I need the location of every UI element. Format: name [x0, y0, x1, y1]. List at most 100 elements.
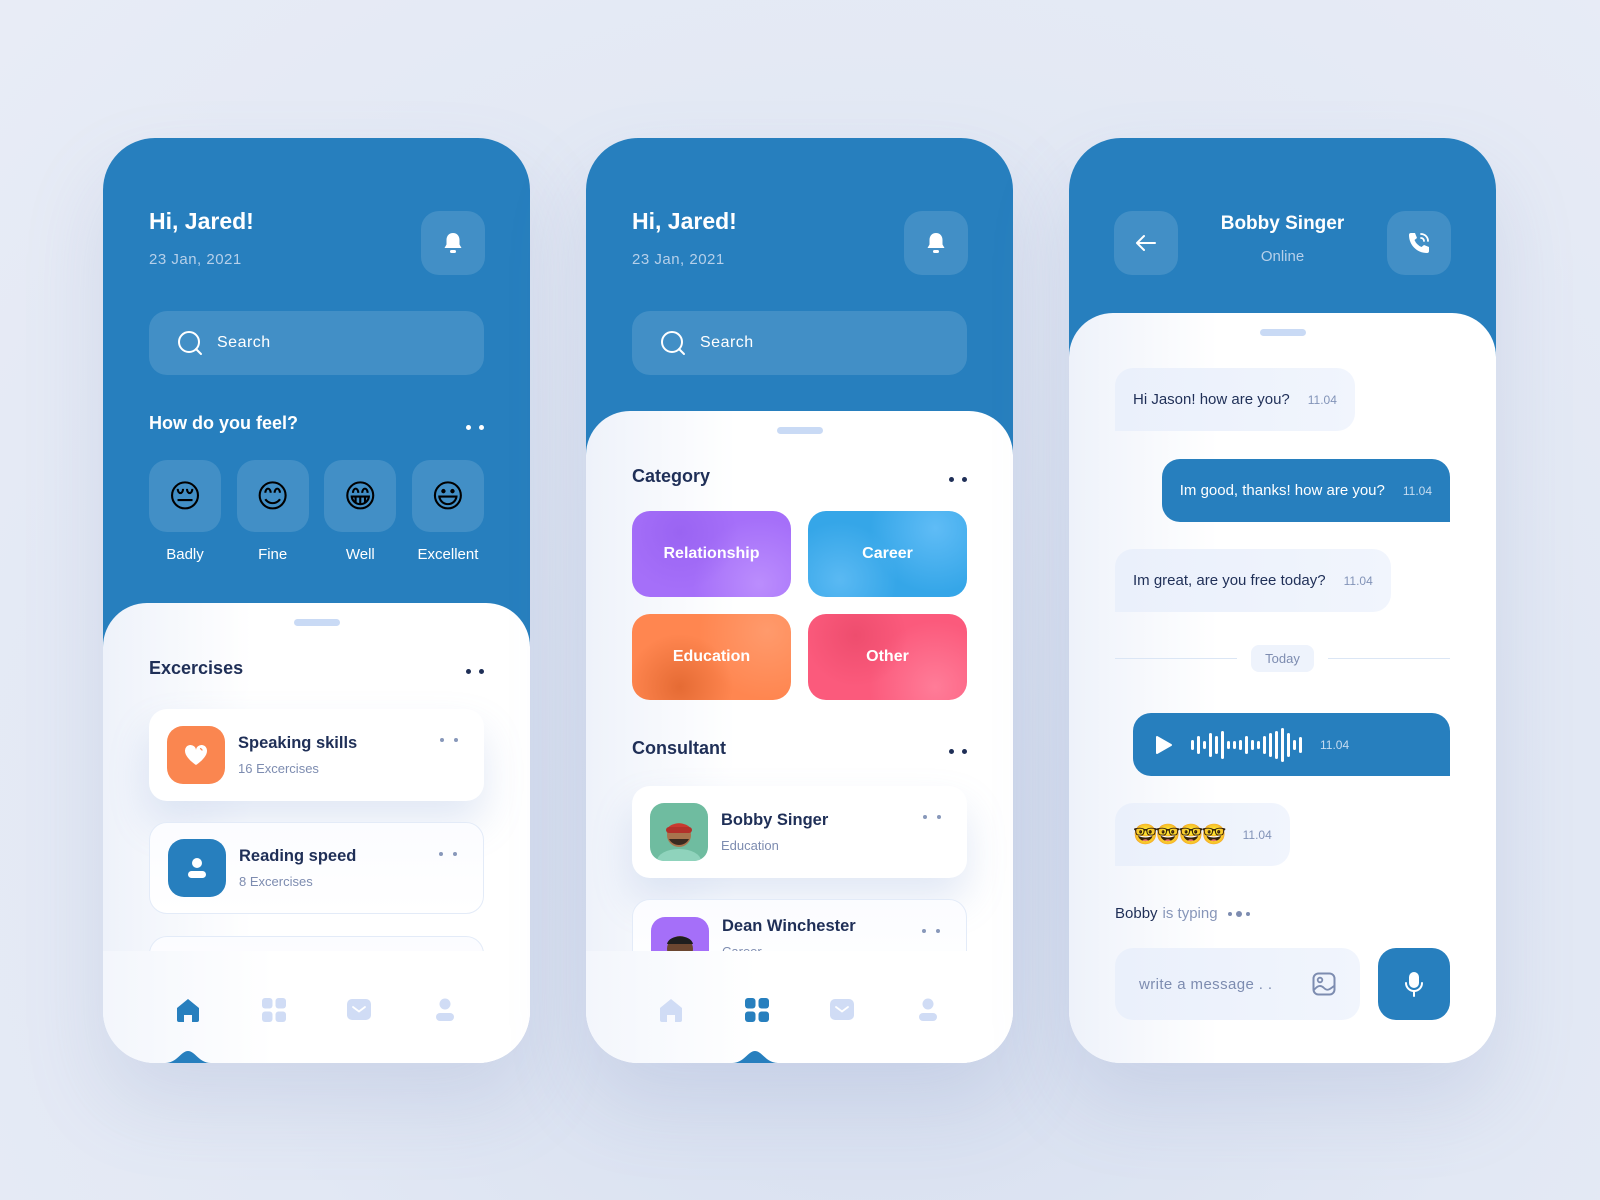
exercise-count: 16 Excercises: [238, 761, 319, 776]
waveform-bar: [1239, 739, 1242, 750]
waveform-bar: [1245, 735, 1248, 754]
avatar: [650, 803, 708, 861]
message-composer: [1115, 948, 1360, 1020]
mail-icon: [347, 999, 372, 1020]
mood-more-button[interactable]: [466, 424, 484, 430]
search-placeholder: Search: [217, 334, 271, 351]
waveform-bar: [1299, 736, 1302, 753]
waveform-bar: [1287, 732, 1290, 757]
exercise-item[interactable]: Speaking skills 16 Excercises: [149, 709, 484, 801]
chat-screen: Bobby Singer Online Hi Jason! how are yo…: [1069, 138, 1496, 1063]
notification-button[interactable]: [421, 211, 485, 275]
nav-profile[interactable]: [913, 995, 943, 1025]
typing-name: Bobby: [1115, 905, 1158, 922]
consultant-more-button[interactable]: [922, 928, 940, 934]
nav-home[interactable]: [173, 995, 203, 1025]
consultant-field: Education: [721, 838, 779, 853]
exercises-sheet: Excercises Speaking skills 16 Excercises…: [103, 603, 530, 1063]
waveform-bar: [1221, 730, 1224, 759]
mood-label: Fine: [258, 546, 288, 563]
grid-icon: [744, 998, 769, 1022]
greeting: Hi, Jared!: [632, 208, 737, 234]
bottom-nav: [586, 951, 1013, 1063]
nav-mail[interactable]: [344, 995, 374, 1025]
exercise-title: Reading speed: [239, 847, 357, 865]
exercise-more-button[interactable]: [439, 851, 457, 857]
typing-indicator: Bobby is typing: [1115, 905, 1254, 922]
waveform-bar: [1203, 740, 1206, 749]
nav-grid[interactable]: [742, 995, 772, 1025]
explore-sheet: Category Relationship Career Education O…: [586, 411, 1013, 1063]
category-title: Category: [632, 466, 711, 486]
play-icon[interactable]: [1155, 735, 1173, 755]
mail-icon: [830, 999, 855, 1020]
waveform-bar: [1191, 739, 1194, 750]
mood-emoji: 😃: [411, 460, 484, 532]
message-emoji: 🤓🤓🤓🤓: [1133, 824, 1227, 846]
waveform-bar: [1233, 740, 1236, 749]
grid-icon: [261, 998, 286, 1022]
active-tab-indicator: [165, 1051, 211, 1063]
voice-record-button[interactable]: [1378, 948, 1450, 1020]
category-other[interactable]: Other: [808, 614, 967, 700]
consultant-more-button[interactable]: [923, 814, 941, 820]
category-relationship[interactable]: Relationship: [632, 511, 791, 597]
voice-waveform[interactable]: [1191, 727, 1302, 762]
voice-message: 11.04: [1133, 713, 1450, 776]
call-button[interactable]: [1387, 211, 1451, 275]
exercise-count: 8 Excercises: [239, 874, 313, 889]
message-text: Im good, thanks! how are you?: [1179, 482, 1385, 499]
explore-screen: Hi, Jared! 23 Jan, 2021 Search Category …: [586, 138, 1013, 1063]
mood-excellent[interactable]: 😃 Excellent: [411, 460, 484, 563]
category-more-button[interactable]: [949, 476, 967, 482]
consultant-name: Dean Winchester: [722, 917, 856, 935]
waveform-bar: [1227, 740, 1230, 749]
waveform-bar: [1215, 735, 1218, 754]
waveform-bar: [1209, 732, 1212, 757]
image-attach-icon[interactable]: [1312, 972, 1336, 996]
category-grid: Relationship Career Education Other: [632, 511, 967, 700]
search-placeholder: Search: [700, 334, 754, 351]
message-input[interactable]: [1139, 975, 1299, 993]
active-tab-indicator: [732, 1051, 778, 1063]
exercise-item[interactable]: Reading speed 8 Excercises: [149, 822, 484, 914]
phone-call-icon: [1409, 233, 1429, 253]
user-icon: [188, 858, 206, 878]
exercises-more-button[interactable]: [466, 668, 484, 674]
home-screen: Hi, Jared! 23 Jan, 2021 Search How do yo…: [103, 138, 530, 1063]
mood-label: Well: [345, 546, 375, 563]
nav-profile[interactable]: [430, 995, 460, 1025]
category-education[interactable]: Education: [632, 614, 791, 700]
consultant-more-button[interactable]: [949, 748, 967, 754]
mood-emoji: 😁: [324, 460, 397, 532]
waveform-bar: [1281, 727, 1284, 762]
waveform-bar: [1197, 735, 1200, 754]
sheet-handle[interactable]: [293, 619, 340, 626]
nav-mail[interactable]: [827, 995, 857, 1025]
sheet-handle[interactable]: [1259, 329, 1306, 336]
consultant-item[interactable]: Bobby Singer Education: [632, 786, 967, 878]
mood-fine[interactable]: 😊 Fine: [236, 460, 309, 563]
microphone-icon: [1405, 972, 1423, 997]
category-career[interactable]: Career: [808, 511, 967, 597]
nav-home[interactable]: [656, 995, 686, 1025]
mood-selector: 😔 Badly 😊 Fine 😁 Well 😃 Excellent: [149, 460, 484, 563]
exercise-more-button[interactable]: [440, 737, 458, 743]
mood-well[interactable]: 😁 Well: [324, 460, 397, 563]
typing-dots-icon: [1227, 910, 1250, 917]
message-incoming: Im great, are you free today? 11.04: [1115, 549, 1391, 612]
consultant-name: Bobby Singer: [721, 811, 829, 829]
search-input[interactable]: Search: [149, 311, 484, 375]
typing-text: is typing: [1162, 905, 1218, 922]
search-icon: [178, 331, 202, 355]
notification-button[interactable]: [904, 211, 968, 275]
nav-grid[interactable]: [259, 995, 289, 1025]
mood-badly[interactable]: 😔 Badly: [149, 460, 221, 563]
mood-label: Badly: [166, 546, 204, 563]
sheet-handle[interactable]: [776, 427, 823, 434]
message-incoming: Hi Jason! how are you? 11.04: [1115, 368, 1355, 431]
waveform-bar: [1263, 735, 1266, 754]
waveform-bar: [1293, 739, 1296, 750]
message-text: Hi Jason! how are you?: [1133, 391, 1290, 408]
search-input[interactable]: Search: [632, 311, 967, 375]
